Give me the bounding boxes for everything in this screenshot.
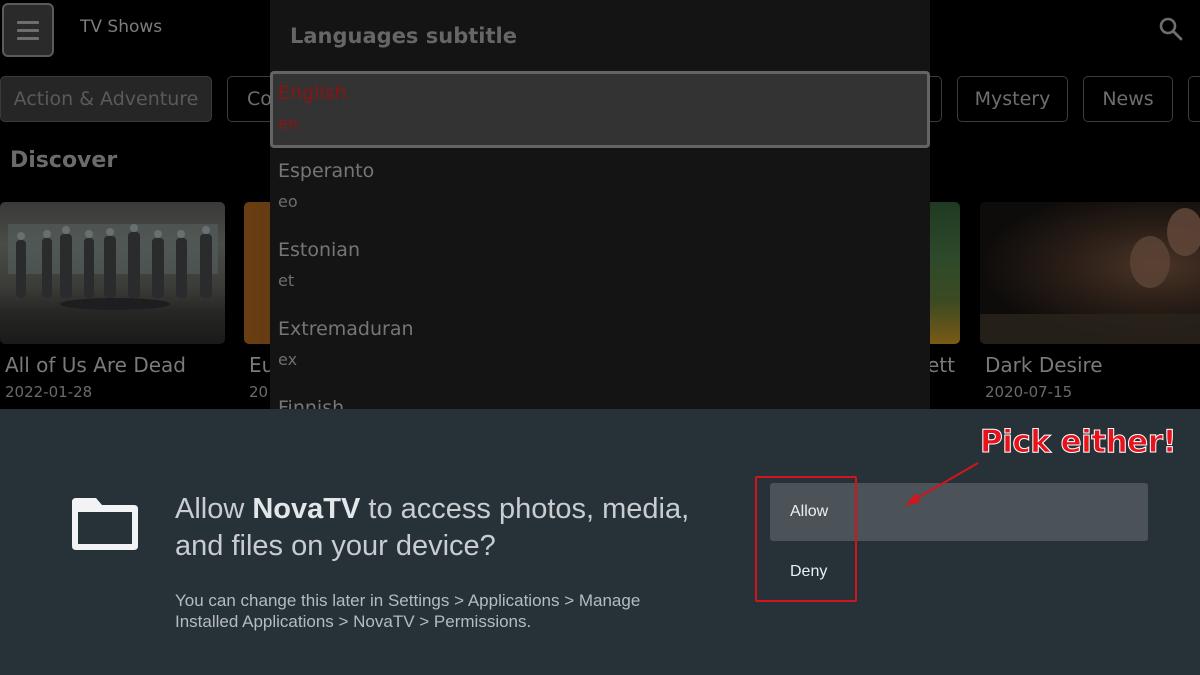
show-poster <box>0 202 225 344</box>
search-icon[interactable] <box>1158 16 1184 42</box>
language-list[interactable]: English en Esperanto eo Estonian et Extr… <box>270 71 930 409</box>
language-name: English <box>278 82 347 104</box>
permission-note: You can change this later in Settings > … <box>175 591 641 631</box>
app-title: TV Shows <box>80 17 163 37</box>
folder-icon <box>72 498 138 550</box>
dialog-title: Languages subtitle <box>290 24 517 48</box>
language-name: Finnish <box>278 397 345 409</box>
show-title: Dark Desire <box>985 353 1103 377</box>
hamburger-icon-line <box>17 20 39 24</box>
show-card[interactable]: All of Us Are Dead 2022-01-28 <box>0 202 225 401</box>
language-name: Extremaduran <box>278 318 414 340</box>
language-item-esperanto[interactable]: Esperanto eo <box>270 150 930 229</box>
deny-button[interactable]: Deny <box>770 543 1148 601</box>
language-name: Esperanto <box>278 160 375 182</box>
show-date: 2020-07-15 <box>985 383 1073 401</box>
show-date: 2022-01-28 <box>5 383 93 401</box>
hamburger-icon-line <box>17 28 39 32</box>
annotation-label: Pick either! <box>979 424 1177 461</box>
menu-button[interactable] <box>2 3 54 57</box>
app-name: NovaTV <box>252 493 361 525</box>
genre-chip-next[interactable] <box>1188 76 1200 122</box>
languages-subtitle-dialog: Languages subtitle English en Esperanto … <box>270 0 930 409</box>
language-item-english[interactable]: English en <box>270 71 930 148</box>
language-item-finnish[interactable]: Finnish <box>270 387 930 409</box>
section-title-discover: Discover <box>10 148 118 173</box>
language-item-estonian[interactable]: Estonian et <box>270 229 930 308</box>
genre-chip-news[interactable]: News <box>1083 76 1173 122</box>
show-poster <box>980 202 1200 344</box>
show-title: All of Us Are Dead <box>5 353 186 377</box>
show-card[interactable]: Dark Desire 2020-07-15 <box>980 202 1200 401</box>
question-prefix: Allow <box>175 493 253 525</box>
hamburger-icon-line <box>17 36 39 40</box>
language-code: ex <box>278 350 298 369</box>
genre-chip-mystery[interactable]: Mystery <box>957 76 1068 122</box>
annotation-arrow-icon <box>905 462 979 506</box>
language-code: en <box>278 114 298 133</box>
language-item-extremaduran[interactable]: Extremaduran ex <box>270 308 930 387</box>
language-code: eo <box>278 192 298 211</box>
language-code: et <box>278 271 295 290</box>
genre-chip-action-adventure[interactable]: Action & Adventure <box>0 76 212 122</box>
permission-question: Allow NovaTV to access photos, media, an… <box>175 491 735 565</box>
language-name: Estonian <box>278 239 360 261</box>
